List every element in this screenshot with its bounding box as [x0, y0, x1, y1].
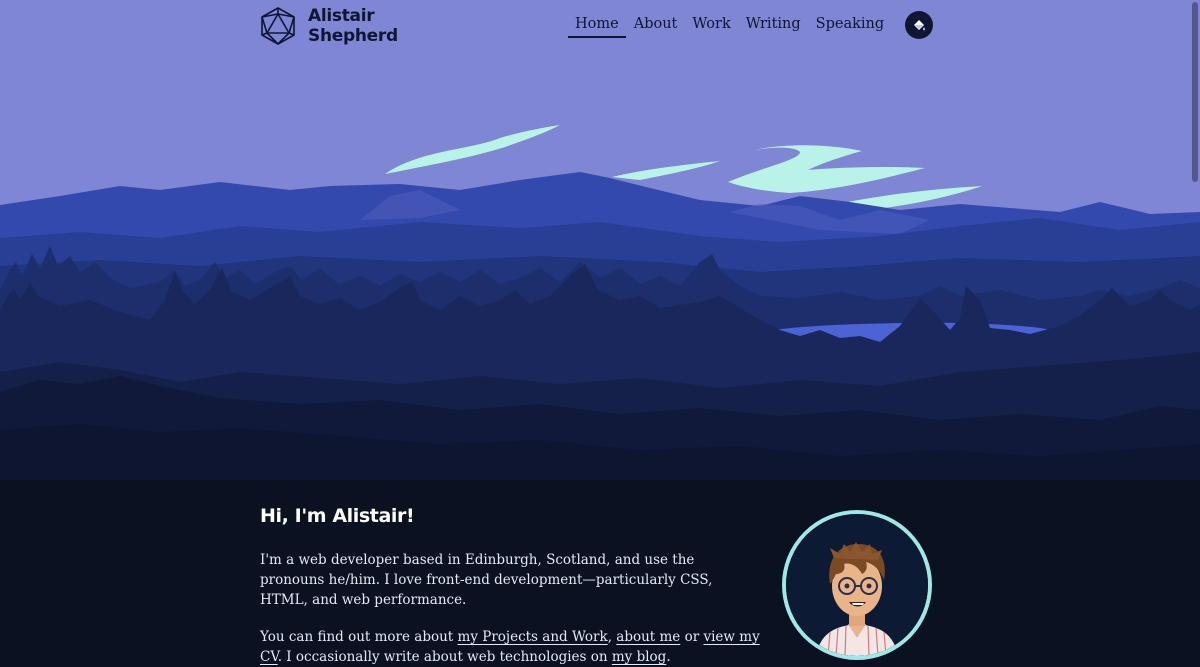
- intro-heading: Hi, I'm Alistair!: [260, 505, 415, 527]
- avatar-illustration: [786, 514, 928, 656]
- intro-section: Hi, I'm Alistair! I'm a web developer ba…: [260, 505, 760, 667]
- nav-about[interactable]: About: [627, 16, 685, 38]
- text: . I occasionally write about web technol…: [277, 649, 612, 665]
- page-scrollbar[interactable]: [1190, 0, 1200, 656]
- avatar: [782, 510, 932, 660]
- theme-toggle-button[interactable]: [905, 11, 933, 39]
- main-nav: Home About Work Writing Speaking: [568, 16, 892, 38]
- nav-home[interactable]: Home: [568, 16, 626, 38]
- site-header: Alistair Shepherd Home About Work Writin…: [0, 0, 1200, 56]
- site-name: Alistair Shepherd: [308, 6, 398, 46]
- text: You can find out more about: [260, 629, 458, 645]
- nav-speaking[interactable]: Speaking: [809, 16, 892, 38]
- about-me-link[interactable]: about me: [616, 629, 680, 645]
- blog-link[interactable]: my blog: [612, 649, 666, 665]
- paint-bucket-icon: [914, 20, 925, 31]
- intro-paragraph: I'm a web developer based in Edinburgh, …: [260, 552, 713, 608]
- site-name-line1: Alistair: [308, 6, 375, 26]
- scrollbar-thumb[interactable]: [1192, 2, 1198, 182]
- text: ,: [607, 629, 617, 645]
- projects-work-link[interactable]: my Projects and Work: [458, 629, 608, 645]
- nav-work[interactable]: Work: [685, 16, 737, 38]
- text: .: [666, 649, 671, 665]
- site-name-line2: Shepherd: [308, 26, 398, 46]
- text: or: [680, 629, 704, 645]
- icosahedron-logo-icon: [261, 7, 295, 45]
- hero-landscape-illustration: [0, 0, 1200, 500]
- intro-links-paragraph: You can find out more about my Projects …: [260, 627, 760, 667]
- nav-writing[interactable]: Writing: [739, 16, 808, 38]
- site-logo[interactable]: Alistair Shepherd: [258, 5, 398, 47]
